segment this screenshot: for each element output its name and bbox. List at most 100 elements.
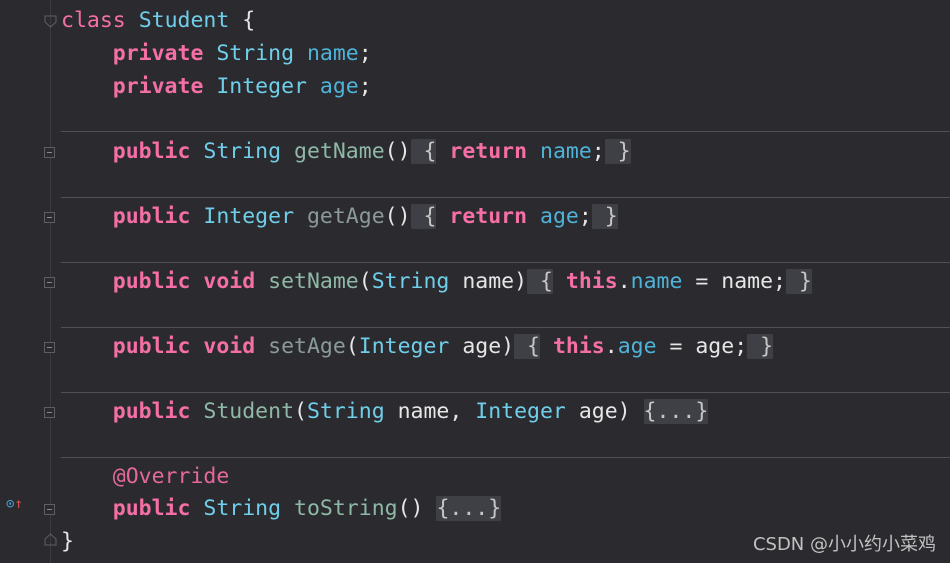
dot: . <box>617 269 631 294</box>
return-keyword: return <box>449 139 528 164</box>
method-name: setAge <box>268 334 346 359</box>
fold-ctor-icon[interactable] <box>44 407 55 418</box>
modifier: private <box>112 41 204 66</box>
type: String <box>203 139 282 164</box>
method-separator <box>61 327 950 328</box>
override-annotation: @Override <box>112 464 230 489</box>
fold-setname-icon[interactable] <box>44 277 55 288</box>
folded-open-brace[interactable]: { <box>514 334 540 359</box>
code-line-getage[interactable]: public Integer getAge() { return age; } <box>61 202 618 232</box>
code-line-constructor[interactable]: public Student(String name, Integer age)… <box>61 397 709 427</box>
constructor-name: Student <box>203 399 295 424</box>
code-line-class[interactable]: class Student { <box>61 6 255 36</box>
param-name: age <box>565 399 618 424</box>
code-editor[interactable]: ⊙↑ class Student { private String name; … <box>0 0 950 563</box>
modifier: public <box>112 204 191 229</box>
modifier: public <box>112 334 191 359</box>
param-type: Integer <box>358 334 450 359</box>
code-line-annotation[interactable]: @Override <box>61 462 230 492</box>
fold-getname-icon[interactable] <box>44 147 55 158</box>
method-name: setName <box>268 269 359 294</box>
type: Integer <box>216 74 307 99</box>
modifier: public <box>112 496 191 521</box>
folded-open-brace[interactable]: { <box>527 269 553 294</box>
code-line-field-age[interactable]: private Integer age; <box>61 72 372 102</box>
method-separator <box>61 262 950 263</box>
type: Integer <box>203 204 295 229</box>
folded-open-brace[interactable]: { <box>410 204 437 229</box>
code-line-setname[interactable]: public void setName(String name) { this.… <box>61 267 812 297</box>
method-name: getAge <box>306 204 385 229</box>
signature: () <box>384 204 411 229</box>
watermark: CSDN @小小约小菜鸡 <box>752 534 936 555</box>
field-name: age <box>319 74 359 99</box>
modifier: public <box>112 269 191 294</box>
param-name: age <box>449 334 502 359</box>
return-type: void <box>203 334 256 359</box>
method-name: toString <box>294 496 398 521</box>
folded-close-brace[interactable]: } <box>604 139 631 164</box>
field-name: name <box>306 41 359 66</box>
class-name: Student <box>138 8 230 33</box>
assignment: = age <box>656 334 735 359</box>
return-keyword: return <box>449 204 528 229</box>
folded-close-brace[interactable]: } <box>747 334 774 359</box>
code-line-getname[interactable]: public String getName() { return name; } <box>61 137 631 167</box>
paren-close: ) <box>514 269 528 294</box>
this-keyword: this <box>565 269 618 294</box>
this-keyword: this <box>552 334 605 359</box>
comma: , <box>449 399 476 424</box>
paren-close: ) <box>617 399 644 424</box>
param-type: Integer <box>475 399 566 424</box>
method-name: getName <box>294 139 385 164</box>
fold-setage-icon[interactable] <box>44 342 55 353</box>
method-separator <box>61 457 950 458</box>
code-line-field-name[interactable]: private String name; <box>61 39 372 69</box>
type: String <box>203 496 282 521</box>
code-line-class-end[interactable]: } <box>61 527 74 557</box>
assignment: = name <box>682 269 774 294</box>
return-type: void <box>203 269 256 294</box>
paren-open: ( <box>358 269 372 294</box>
open-brace: { <box>229 8 256 33</box>
param-type: String <box>306 399 385 424</box>
semicolon: ; <box>591 139 605 164</box>
return-value: name <box>540 139 592 164</box>
fold-class-icon[interactable] <box>44 15 57 28</box>
override-arrow-icon: ↑ <box>14 496 23 512</box>
param-name: name <box>384 399 450 424</box>
paren-open: ( <box>294 399 307 424</box>
dot: . <box>604 334 618 359</box>
signature: () <box>397 496 437 521</box>
modifier: private <box>112 74 204 99</box>
param-type: String <box>371 269 450 294</box>
folded-body[interactable]: {...} <box>643 399 709 424</box>
keyword-class: class <box>61 8 126 33</box>
method-separator <box>61 197 950 198</box>
paren-close: ) <box>501 334 515 359</box>
fold-tostring-icon[interactable] <box>44 504 55 515</box>
semicolon: ; <box>734 334 748 359</box>
signature: () <box>384 139 411 164</box>
return-value: age <box>540 204 579 229</box>
close-brace: } <box>61 529 74 554</box>
folded-open-brace[interactable]: { <box>410 139 437 164</box>
field-ref: name <box>630 269 683 294</box>
semicolon: ; <box>578 204 592 229</box>
fold-class-end-icon[interactable] <box>44 533 57 546</box>
code-line-setage[interactable]: public void setAge(Integer age) { this.a… <box>61 332 774 362</box>
folded-body[interactable]: {...} <box>436 496 502 521</box>
fold-getage-icon[interactable] <box>44 212 55 223</box>
override-icon[interactable]: ⊙↑ <box>6 496 23 512</box>
folded-close-brace[interactable]: } <box>591 204 618 229</box>
modifier: public <box>112 399 191 424</box>
folded-close-brace[interactable]: } <box>785 269 812 294</box>
field-ref: age <box>617 334 657 359</box>
param-name: name <box>449 269 515 294</box>
semicolon: ; <box>358 41 372 66</box>
code-line-tostring[interactable]: public String toString() {...} <box>61 494 502 524</box>
gutter <box>0 0 38 563</box>
semicolon: ; <box>773 269 786 294</box>
method-separator <box>61 392 950 393</box>
paren-open: ( <box>345 334 359 359</box>
